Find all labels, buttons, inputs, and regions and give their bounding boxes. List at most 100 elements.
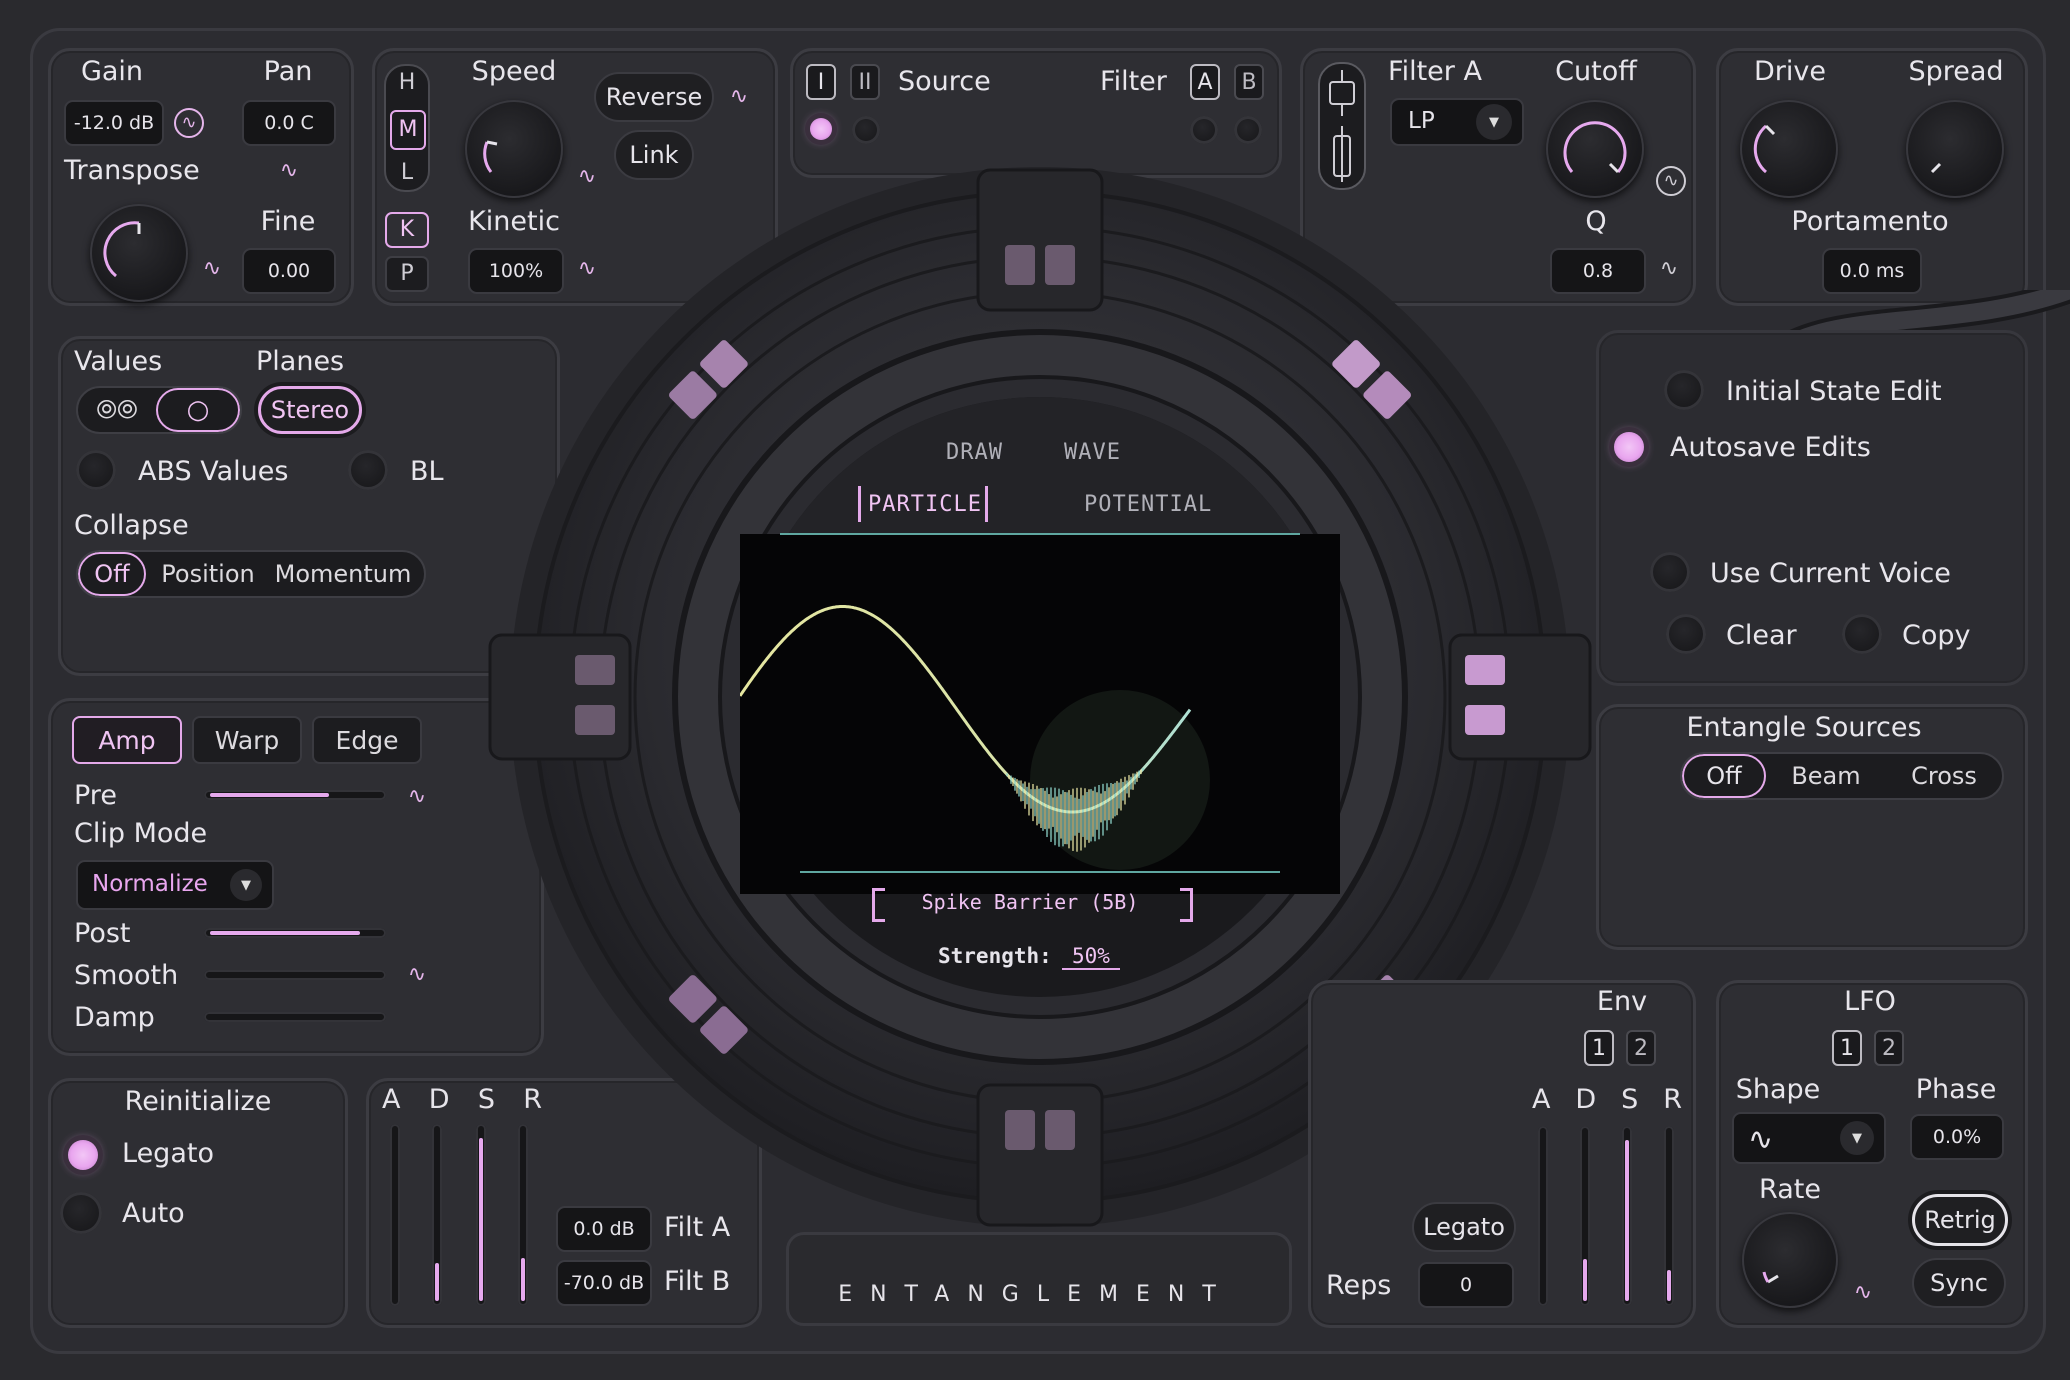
reverse-button[interactable]: Reverse (594, 72, 714, 122)
values-toggle[interactable]: ⦾⦾ ○ (76, 386, 242, 434)
entangle-off[interactable]: Off (1682, 754, 1766, 798)
transpose-knob[interactable] (90, 204, 188, 302)
q-mod-icon[interactable]: ∿ (1658, 258, 1680, 280)
clear-label[interactable]: Clear (1726, 620, 1797, 651)
values-single-circle-icon[interactable]: ○ (156, 388, 240, 432)
phase-value[interactable]: 0.0% (1910, 1114, 2004, 1160)
auto-led[interactable] (60, 1192, 102, 1234)
lfo-rate-knob[interactable] (1742, 1212, 1838, 1308)
pre-slider[interactable] (204, 790, 386, 800)
env-sustain-slider[interactable] (1622, 1126, 1632, 1306)
damp-slider[interactable] (204, 1012, 386, 1022)
collapse-position[interactable]: Position (146, 552, 270, 596)
decay-slider[interactable] (432, 1124, 442, 1306)
clip-mode-dropdown[interactable]: Normalize ▼ (76, 860, 274, 910)
collapse-segmented[interactable]: Off Position Momentum (76, 550, 426, 598)
bl-led[interactable] (348, 450, 388, 490)
preset-next-bracket[interactable] (1180, 888, 1193, 922)
strength-label: Strength: (938, 944, 1052, 968)
autosave-edits-led[interactable] (1614, 432, 1644, 462)
kp-k[interactable]: K (385, 212, 429, 248)
planes-stereo-button[interactable]: Stereo (258, 386, 362, 434)
entangle-sources-title: Entangle Sources (1686, 712, 1922, 743)
env-1-button[interactable]: 1 (1584, 1030, 1614, 1066)
spread-knob[interactable] (1906, 100, 2004, 198)
lfo-2-button[interactable]: 2 (1874, 1030, 1904, 1066)
hml-h[interactable]: H (384, 70, 430, 95)
copy-led[interactable] (1842, 614, 1882, 654)
collapse-momentum[interactable]: Momentum (270, 552, 416, 596)
smooth-slider[interactable] (204, 970, 386, 980)
strength-value[interactable]: 50% (1062, 944, 1120, 970)
entangle-cross[interactable]: Cross (1886, 754, 2002, 798)
sync-button[interactable]: Sync (1912, 1258, 2006, 1308)
retrig-button[interactable]: Retrig (1912, 1194, 2008, 1246)
tab-draw[interactable]: DRAW (946, 440, 1003, 465)
env-legato-button[interactable]: Legato (1412, 1202, 1516, 1252)
gain-mod-icon[interactable]: ∿ (174, 108, 204, 138)
preset-prev-bracket[interactable] (872, 888, 885, 922)
env-release-slider[interactable] (1664, 1126, 1674, 1306)
preset-name[interactable]: Spike Barrier (5B) (900, 890, 1160, 914)
planes-label: Planes (256, 346, 345, 377)
gain-value[interactable]: -12.0 dB (64, 100, 164, 146)
initial-state-edit-led[interactable] (1664, 370, 1704, 410)
copy-label[interactable]: Copy (1902, 620, 1971, 651)
initial-state-edit-label[interactable]: Initial State Edit (1726, 376, 1942, 407)
use-current-voice-label[interactable]: Use Current Voice (1710, 558, 1951, 589)
sine-wave-icon: ∿ (1748, 1122, 1774, 1157)
values-double-circle-icon[interactable]: ⦾⦾ (78, 388, 156, 432)
entangle-sources-segmented[interactable]: Off Beam Cross (1680, 752, 2004, 800)
pre-mod-icon[interactable]: ∿ (406, 786, 428, 808)
portamento-value[interactable]: 0.0 ms (1822, 248, 1922, 294)
fine-mod-icon[interactable]: ∿ (201, 258, 223, 280)
legato-label[interactable]: Legato (122, 1138, 214, 1169)
fine-value[interactable]: 0.00 (242, 248, 336, 294)
reverse-mod-icon[interactable]: ∿ (728, 86, 750, 108)
tab-warp[interactable]: Warp (192, 716, 302, 764)
cutoff-mod-icon[interactable]: ∿ (1656, 166, 1686, 196)
legato-led[interactable] (68, 1140, 98, 1170)
collapse-off[interactable]: Off (78, 552, 146, 596)
filter-a-led[interactable] (1190, 116, 1218, 144)
entangle-beam[interactable]: Beam (1766, 754, 1886, 798)
env-attack-slider[interactable] (1538, 1126, 1548, 1306)
tab-particle[interactable]: PARTICLE (868, 492, 982, 517)
filter-a-button[interactable]: A (1190, 64, 1220, 100)
filter-b-button[interactable]: B (1234, 64, 1264, 100)
damp-label: Damp (74, 1002, 155, 1033)
tab-potential[interactable]: POTENTIAL (1084, 492, 1212, 517)
hml-m[interactable]: M (390, 110, 426, 150)
tab-wave[interactable]: WAVE (1064, 440, 1121, 465)
tab-edge[interactable]: Edge (312, 716, 422, 764)
post-slider[interactable] (204, 928, 386, 938)
clear-led[interactable] (1666, 614, 1706, 654)
lfo-1-button[interactable]: 1 (1832, 1030, 1862, 1066)
filter-b-led[interactable] (1234, 116, 1262, 144)
rate-mod-icon[interactable]: ∿ (1852, 1282, 1874, 1304)
source-i-led[interactable] (810, 118, 832, 140)
reps-value[interactable]: 0 (1418, 1262, 1514, 1308)
filter-type-dropdown[interactable]: LP ▼ (1390, 98, 1524, 146)
pan-value[interactable]: 0.0 C (242, 100, 336, 146)
attack-slider[interactable] (390, 1124, 400, 1306)
shape-label: Shape (1735, 1074, 1821, 1105)
source-i-button[interactable]: I (806, 64, 836, 100)
hml-l[interactable]: L (384, 160, 430, 185)
env-decay-slider[interactable] (1580, 1126, 1590, 1306)
source-ii-button[interactable]: II (850, 64, 880, 100)
auto-label[interactable]: Auto (122, 1198, 185, 1229)
smooth-mod-icon[interactable]: ∿ (406, 964, 428, 986)
abs-values-led[interactable] (76, 450, 116, 490)
decay-label: D (428, 1084, 450, 1115)
drive-knob[interactable] (1740, 100, 1838, 198)
transpose-mod-icon[interactable]: ∿ (278, 160, 300, 182)
tab-amp[interactable]: Amp (72, 716, 182, 764)
lfo-shape-dropdown[interactable]: ∿ ▼ (1732, 1112, 1886, 1164)
bl-label: BL (410, 456, 444, 487)
source-ii-led[interactable] (852, 116, 880, 144)
env-2-button[interactable]: 2 (1626, 1030, 1656, 1066)
kp-p[interactable]: P (385, 256, 429, 292)
use-current-voice-led[interactable] (1650, 552, 1690, 592)
autosave-edits-label[interactable]: Autosave Edits (1670, 432, 1871, 463)
